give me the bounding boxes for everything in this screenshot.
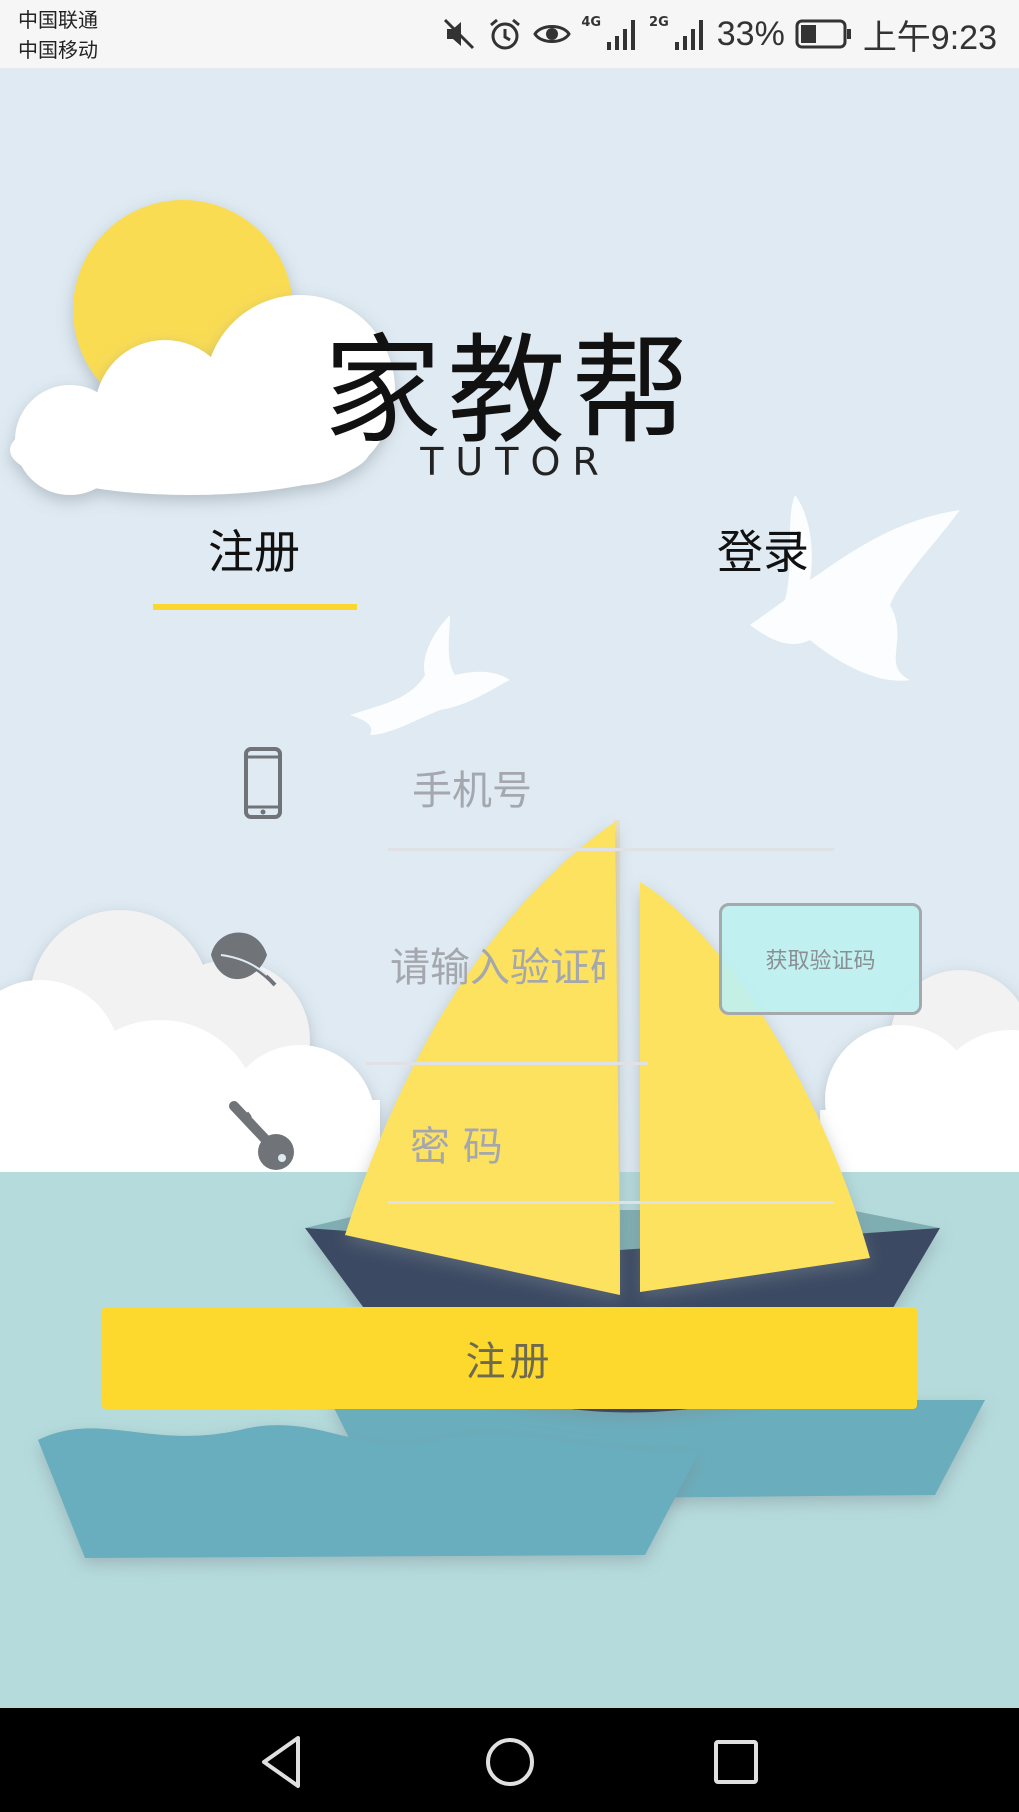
password-input[interactable]: 密 码 <box>410 1114 830 1172</box>
battery-percent: 33% <box>716 14 785 53</box>
status-icons: 4G 2G 33% 上午9:23 <box>441 10 997 58</box>
leaf-icon <box>211 932 277 987</box>
phone-icon <box>244 747 282 819</box>
code-underline <box>366 1062 648 1065</box>
eye-icon <box>533 25 572 43</box>
network-type-1: 4G <box>581 14 602 30</box>
battery-icon <box>795 19 851 49</box>
navigation-bar <box>0 1708 1019 1812</box>
app-subtitle: TUTOR <box>420 440 611 484</box>
active-tab-indicator <box>153 604 357 610</box>
network-type-2: 2G <box>649 14 669 30</box>
left-sail <box>345 822 620 1295</box>
carrier-1: 中国联通 <box>18 8 98 32</box>
tab-register[interactable]: 注册 <box>129 516 379 582</box>
signal-icon <box>607 20 636 50</box>
mute-icon <box>444 18 475 50</box>
key-icon <box>229 1101 294 1170</box>
carrier-2: 中国移动 <box>18 38 98 62</box>
clock: 上午9:23 <box>862 18 997 57</box>
password-underline <box>388 1201 834 1204</box>
back-icon[interactable] <box>254 1732 314 1792</box>
get-code-button[interactable]: 获取验证码 <box>719 903 922 1015</box>
alarm-icon <box>490 18 521 50</box>
home-icon[interactable] <box>480 1732 540 1792</box>
code-input[interactable]: 请输入验证码 <box>390 935 605 993</box>
signal-icon <box>674 20 703 50</box>
status-bar: 中国联通 中国移动 4G 2G 33% 上午9:23 <box>0 0 1019 68</box>
tab-login[interactable]: 登录 <box>638 516 888 582</box>
register-button[interactable]: 注册 <box>102 1307 917 1409</box>
phone-underline <box>388 848 834 851</box>
phone-input[interactable]: 手机号 <box>412 758 832 816</box>
recents-icon[interactable] <box>706 1732 766 1792</box>
